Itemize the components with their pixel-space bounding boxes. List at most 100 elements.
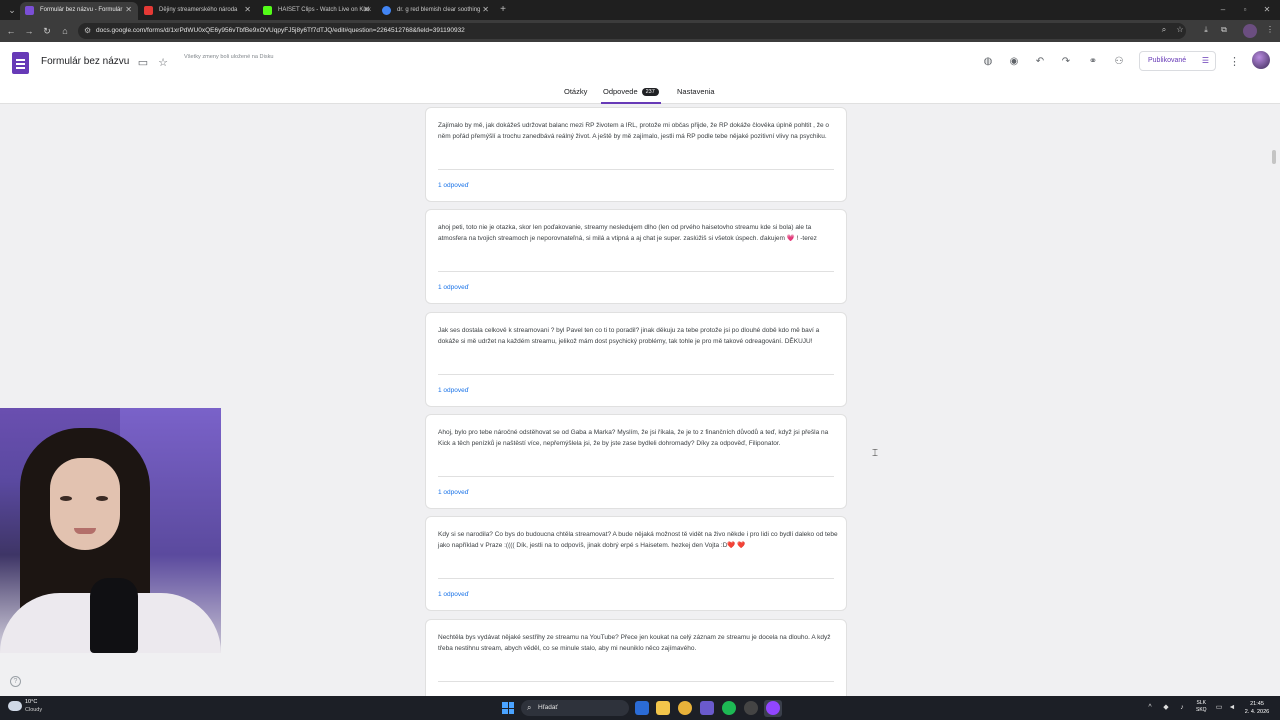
site-info-icon[interactable]: ⚙: [84, 26, 94, 36]
tab-settings[interactable]: Nastavenia: [677, 87, 715, 104]
discord-icon[interactable]: [700, 701, 714, 715]
undo-icon[interactable]: ↶: [1032, 54, 1048, 70]
browser-profile-avatar[interactable]: [1243, 24, 1257, 38]
link-icon[interactable]: ⚭: [1085, 54, 1101, 70]
close-tab-icon[interactable]: ✕: [482, 2, 489, 18]
downloads-icon[interactable]: ⤓: [1200, 24, 1212, 36]
weather-temperature[interactable]: 10°C: [25, 699, 37, 705]
clock-time: 21:45: [1250, 701, 1264, 707]
zoom-icon[interactable]: ⌕: [1158, 24, 1170, 36]
tab-label: Otázky: [564, 87, 588, 96]
response-text: Jak ses dostala celkově k streamovani ? …: [438, 327, 820, 345]
response-count-badge: 237: [641, 88, 659, 96]
bookmark-star-icon[interactable]: ☆: [1174, 24, 1186, 36]
star-icon[interactable]: ☆: [156, 56, 170, 70]
save-status: Všetky zmeny boli uložené na Disku: [184, 54, 274, 60]
reply-count-link[interactable]: 1 odpoveď: [438, 182, 469, 189]
more-options-icon[interactable]: ⋮: [1229, 54, 1240, 70]
reply-count-link[interactable]: 1 odpoveď: [438, 284, 469, 291]
tab-title: Dějiny streamerského národa: [159, 7, 238, 13]
close-window-icon[interactable]: ✕: [1260, 3, 1274, 17]
browser-tab-google[interactable]: dr. g red blemish clear soothing ✕: [377, 2, 495, 20]
streaming-app-icon[interactable]: [766, 701, 780, 715]
network-icon[interactable]: ▭: [1214, 703, 1224, 713]
tray-overflow-icon[interactable]: ^: [1145, 703, 1155, 713]
palette-icon[interactable]: ◍: [980, 54, 996, 70]
response-card: Nechtěla bys vydávat nějaké sestřihy ze …: [425, 619, 847, 696]
account-avatar[interactable]: [1252, 51, 1270, 69]
response-text: Nechtěla bys vydávat nějaké sestřihy ze …: [438, 634, 831, 652]
scrollbar-thumb[interactable]: [1272, 150, 1276, 164]
divider: [438, 169, 834, 170]
browser-tab-youtube[interactable]: Dějiny streamerského národa ✕: [139, 2, 257, 20]
response-card: Jak ses dostala celkově k streamovani ? …: [425, 312, 847, 407]
preview-eye-icon[interactable]: ◉: [1006, 54, 1022, 70]
clock-date: 2. 4. 2026: [1244, 709, 1270, 715]
form-tabs: Otázky Odpovede 237 Nastavenia: [0, 83, 1280, 104]
reply-count-link[interactable]: 1 odpoveď: [438, 591, 469, 598]
url-field[interactable]: ⚙ docs.google.com/forms/d/1xrPdWU0xQE6y9…: [78, 23, 1186, 39]
move-to-folder-icon[interactable]: ▭: [136, 56, 150, 70]
close-tab-icon[interactable]: ✕: [125, 2, 132, 18]
forms-header: Formulár bez názvu ▭ ☆ Všetky zmeny boli…: [0, 42, 1280, 104]
divider: [438, 271, 834, 272]
publish-settings-icon: ☰: [1201, 56, 1209, 65]
search-icon: ⌕: [527, 703, 532, 712]
forward-icon[interactable]: →: [22, 24, 36, 38]
language-indicator[interactable]: SLK SKQ: [1196, 700, 1207, 714]
cloud-icon[interactable]: [8, 701, 22, 711]
google-favicon-icon: [382, 6, 391, 15]
divider: [438, 374, 834, 375]
address-bar-row: ← → ↻ ⌂ ⚙ docs.google.com/forms/d/1xrPdW…: [0, 20, 1280, 42]
tab-responses[interactable]: Odpovede 237: [601, 87, 661, 104]
url-text: docs.google.com/forms/d/1xrPdWU0xQE6y956…: [96, 27, 465, 34]
file-explorer-icon[interactable]: [656, 701, 670, 715]
taskbar-clock[interactable]: 21:45 2. 4. 2026: [1240, 700, 1274, 716]
webcam-overlay: [0, 408, 221, 653]
divider: [438, 681, 834, 682]
spotify-icon[interactable]: [722, 701, 736, 715]
search-label: Hľadať: [538, 704, 558, 711]
tab-questions[interactable]: Otázky: [564, 87, 587, 104]
browser-menu-icon[interactable]: ⋮: [1264, 24, 1276, 36]
browser-tab-forms[interactable]: Formulár bez názvu - Formulár ✕: [20, 2, 138, 20]
streamer-face: [50, 458, 120, 550]
response-card: ahoj peti, toto nie je otazka, skor len …: [425, 209, 847, 304]
minimize-icon[interactable]: –: [1216, 3, 1230, 17]
reply-count-link[interactable]: 1 odpoveď: [438, 489, 469, 496]
streamer-eye: [60, 496, 72, 501]
weather-condition[interactable]: Cloudy: [25, 707, 42, 713]
add-collaborator-icon[interactable]: ⚇: [1111, 54, 1127, 70]
windows-taskbar: 10°C Cloudy ⌕ Hľadať ^ ◆ ♪ SLK SKQ ▭ ◄ 2…: [0, 696, 1280, 720]
response-card: Kdy si se narodila? Co bys do budoucna c…: [425, 516, 847, 611]
streamer-eye: [96, 496, 108, 501]
close-tab-icon[interactable]: ✕: [363, 2, 370, 18]
volume-icon[interactable]: ◄: [1227, 703, 1237, 713]
task-view-icon[interactable]: [635, 701, 649, 715]
kick-favicon-icon: [263, 6, 272, 15]
obs-icon[interactable]: [744, 701, 758, 715]
redo-icon[interactable]: ↷: [1058, 54, 1074, 70]
microphone-tray-icon[interactable]: ♪: [1177, 703, 1187, 713]
keyboard-layout: SKQ: [1196, 707, 1207, 713]
chrome-icon[interactable]: [678, 701, 692, 715]
reload-icon[interactable]: ↻: [40, 24, 54, 38]
tab-search-icon[interactable]: ⌄: [6, 4, 18, 16]
help-icon[interactable]: ?: [10, 676, 21, 687]
maximize-icon[interactable]: ▫: [1238, 3, 1252, 17]
publish-button[interactable]: Publikované ☰: [1139, 51, 1216, 71]
windows-start-icon[interactable]: [502, 702, 514, 714]
form-title[interactable]: Formulár bez názvu: [41, 56, 129, 67]
taskbar-search[interactable]: ⌕ Hľadať: [521, 700, 629, 716]
extensions-icon[interactable]: ⧉: [1218, 24, 1230, 36]
close-tab-icon[interactable]: ✕: [244, 2, 251, 18]
reply-count-link[interactable]: 1 odpoveď: [438, 387, 469, 394]
tray-app-icon[interactable]: ◆: [1161, 703, 1171, 713]
new-tab-icon[interactable]: +: [497, 4, 509, 16]
forms-logo-icon[interactable]: [12, 52, 29, 74]
back-icon[interactable]: ←: [4, 24, 18, 38]
response-text: ahoj peti, toto nie je otazka, skor len …: [438, 224, 817, 242]
home-icon[interactable]: ⌂: [58, 24, 72, 38]
browser-tab-kick[interactable]: HAISET Clips - Watch Live on Kick ✕: [258, 2, 376, 20]
response-text: Kdy si se narodila? Co bys do budoucna c…: [438, 531, 838, 549]
